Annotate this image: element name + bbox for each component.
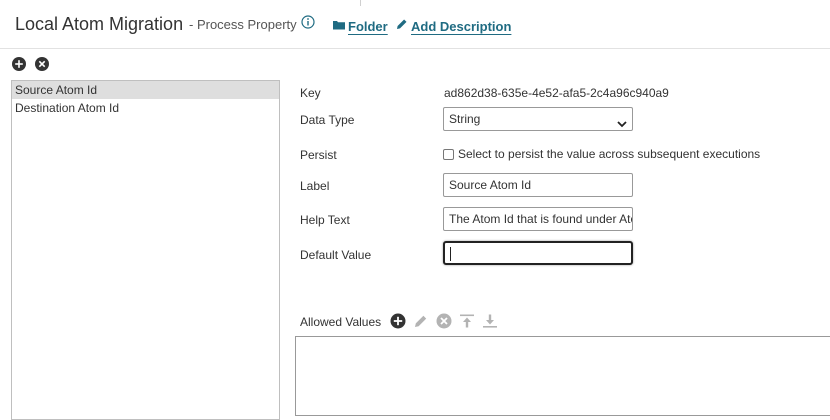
add-allowed-value-icon[interactable] bbox=[390, 313, 406, 329]
move-to-bottom-icon[interactable] bbox=[482, 313, 498, 329]
move-to-top-icon[interactable] bbox=[459, 313, 475, 329]
label-input[interactable]: Source Atom Id bbox=[443, 173, 633, 197]
persist-label: Persist bbox=[300, 148, 337, 162]
edit-allowed-value-icon[interactable] bbox=[413, 313, 429, 329]
x-circle-icon bbox=[35, 57, 49, 71]
help-text-input[interactable]: The Atom Id that is found under Atom Man… bbox=[443, 207, 633, 231]
data-type-label: Data Type bbox=[300, 113, 355, 127]
data-type-value: String bbox=[449, 112, 481, 126]
chevron-down-icon bbox=[617, 114, 627, 128]
page-title: Local Atom Migration bbox=[15, 14, 184, 34]
property-list: Source Atom Id Destination Atom Id bbox=[11, 80, 280, 420]
add-description-label: Add Description bbox=[411, 18, 512, 34]
page-subtitle: - Process Property bbox=[189, 17, 297, 32]
add-description-link[interactable]: Add Description bbox=[396, 17, 511, 35]
help-text-label: Help Text bbox=[300, 213, 350, 227]
text-caret bbox=[450, 247, 451, 261]
key-label: Key bbox=[300, 86, 321, 100]
default-value-label: Default Value bbox=[300, 248, 372, 262]
folder-icon bbox=[333, 17, 345, 35]
remove-property-button[interactable] bbox=[35, 57, 49, 71]
list-item[interactable]: Source Atom Id bbox=[12, 81, 279, 99]
folder-link-label: Folder bbox=[348, 18, 388, 34]
page-header: Local Atom Migration - Process Property … bbox=[0, 0, 830, 49]
pencil-icon bbox=[396, 17, 408, 35]
remove-allowed-value-icon[interactable] bbox=[436, 313, 452, 329]
allowed-values-toolbar bbox=[390, 313, 498, 329]
data-type-select[interactable]: String bbox=[443, 107, 633, 131]
label-label: Label bbox=[300, 179, 330, 193]
persist-description: Select to persist the value across subse… bbox=[458, 147, 761, 161]
default-value-input[interactable] bbox=[443, 241, 633, 265]
plus-circle-icon bbox=[12, 57, 26, 71]
folder-link[interactable]: Folder bbox=[333, 17, 388, 35]
allowed-values-list[interactable] bbox=[295, 336, 830, 416]
list-item[interactable]: Destination Atom Id bbox=[12, 99, 279, 117]
add-property-button[interactable] bbox=[12, 57, 26, 71]
key-value: ad862d38-635e-4e52-afa5-2c4a96c940a9 bbox=[444, 86, 669, 100]
info-icon[interactable] bbox=[301, 15, 315, 29]
persist-checkbox[interactable] bbox=[443, 149, 454, 160]
allowed-values-label: Allowed Values bbox=[300, 315, 382, 329]
